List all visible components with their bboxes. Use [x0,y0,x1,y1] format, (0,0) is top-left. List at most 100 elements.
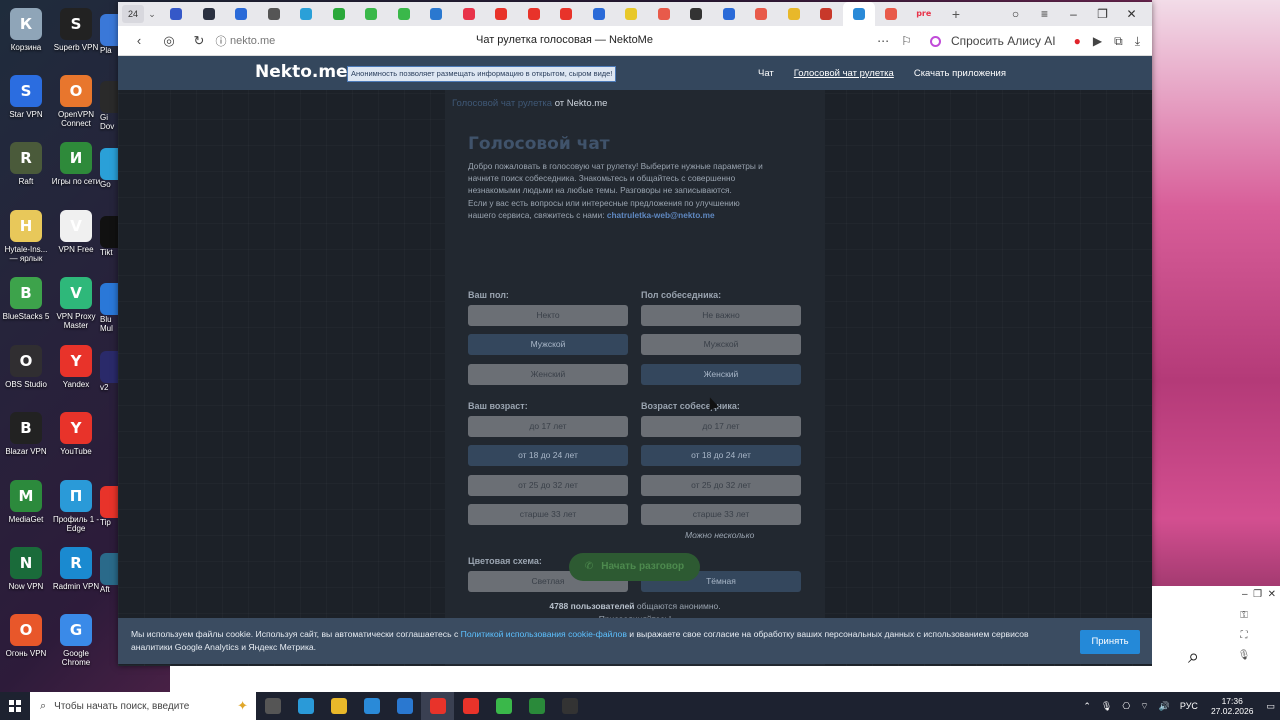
chevron-up-icon[interactable]: ⌃ [1083,701,1091,712]
browser-tab[interactable] [875,2,908,26]
desktop-icon-fire[interactable]: О Огонь VPN [0,614,52,658]
partner-age-option[interactable]: старше 33 лет [641,503,801,525]
search-icon[interactable]: ⌕ [1188,644,1199,668]
partner-gender-option[interactable]: Женский [641,363,801,385]
desktop-icon-ftp[interactable]: И Игры по сети [50,142,102,186]
browser-tab[interactable] [713,2,746,26]
new-tab-button[interactable]: + [946,6,966,22]
clock[interactable]: 17:36 27.02.2026 [1211,696,1254,716]
browser-tab[interactable] [193,2,226,26]
key-icon[interactable]: ⚿ [1234,606,1254,626]
desktop-icon-partial[interactable]: v2 [100,351,120,392]
mic-icon[interactable]: 🎙 [1101,701,1112,712]
taskbar-app[interactable] [289,692,322,720]
bookmark-icon[interactable]: ⚐ [901,34,912,48]
browser-tab[interactable] [453,2,486,26]
browser-tab[interactable] [160,2,193,26]
language-indicator[interactable]: РУС [1180,701,1198,711]
desktop-icon-bluestacks[interactable]: B BlueStacks 5 [0,277,52,321]
browser-tab[interactable] [583,2,616,26]
more-icon[interactable]: ⋯ [877,34,889,48]
partner-age-option[interactable]: до 17 лет [641,416,801,437]
side-window-controls[interactable]: – ❐ ✕ [1242,589,1276,600]
desktop-icon-partial[interactable]: Tip [100,486,120,527]
desktop-icon-superb-vpn[interactable]: S Superb VPN [50,8,102,52]
taskbar-app[interactable] [553,692,586,720]
your-gender-option[interactable]: Женский [468,363,628,385]
browser-tab[interactable] [258,2,291,26]
opera-icon[interactable]: ● [1074,34,1081,48]
your-age-option[interactable]: от 18 до 24 лет [468,445,628,467]
back-button[interactable]: ‹ [124,33,154,48]
media-icon[interactable]: ▶ [1093,34,1102,48]
notifications-icon[interactable]: ▭ [1266,701,1275,712]
desktop-icon-youtube[interactable]: Y YouTube [50,412,102,456]
browser-tab[interactable] [550,2,583,26]
taskbar-app[interactable] [421,692,454,720]
profile-icon[interactable]: ○ [1001,7,1030,21]
desktop-icon-key[interactable]: B Blazar VPN [0,412,52,456]
desktop-icon-partial[interactable]: Go [100,148,120,189]
desktop-icon-partial[interactable]: Pla [100,14,120,55]
desktop-icon-partial[interactable]: Gi Dov [100,81,120,131]
desktop-icon-edge[interactable]: П Профиль 1 - Edge [50,480,102,533]
desktop-icon-yandex[interactable]: Y Yandex [50,345,102,389]
browser-tab[interactable] [842,2,875,26]
accept-cookies-button[interactable]: Принять [1080,630,1140,654]
cookie-policy-link[interactable]: Политикой использования cookie-файлов [461,629,627,639]
desktop-icon-star-vpn[interactable]: S Star VPN [0,75,52,119]
browser-tab[interactable] [388,2,421,26]
taskbar-app[interactable] [256,692,289,720]
taskbar-app[interactable] [454,692,487,720]
your-age-option[interactable]: старше 33 лет [468,503,628,525]
volume-icon[interactable]: 🔊 [1159,701,1170,712]
browser-tab[interactable] [680,2,713,26]
protect-icon[interactable]: ◎ [154,33,184,49]
wifi-icon[interactable]: ⌔ [1140,701,1148,712]
desktop-icon-partial[interactable]: Tikt [100,216,120,257]
taskbar-app[interactable] [355,692,388,720]
nav-voice-chat[interactable]: Голосовой чат рулетка [794,68,894,79]
browser-tab[interactable] [615,2,648,26]
maximize-button[interactable]: ❐ [1088,7,1117,21]
desktop-icon-trash[interactable]: К Корзина [0,8,52,52]
partner-age-option[interactable]: от 25 до 32 лет [641,474,801,496]
desktop-icon-mediaget[interactable]: M MediaGet [0,480,52,524]
your-age-option[interactable]: до 17 лет [468,416,628,437]
minimize-button[interactable]: – [1059,7,1088,21]
close-button[interactable]: ✕ [1117,7,1146,21]
start-button[interactable] [0,692,30,720]
alisa-button[interactable]: Спросить Алису AI [924,34,1062,48]
reload-button[interactable]: ↻ [184,33,214,49]
browser-tab[interactable] [485,2,518,26]
desktop-icon-now-vpn[interactable]: N Now VPN [0,547,52,591]
mic-icon[interactable]: 🎙 [1234,646,1254,666]
browser-tab[interactable] [323,2,356,26]
desktop-icon-chrome[interactable]: G Google Chrome [50,614,102,667]
site-info-icon[interactable]: ⓘ [214,33,228,49]
browser-tab[interactable] [778,2,811,26]
your-gender-option[interactable]: Некто [468,305,628,326]
your-gender-option[interactable]: Мужской [468,334,628,356]
browser-tab[interactable]: pre [908,2,941,26]
browser-tab[interactable] [518,2,551,26]
taskbar-app[interactable] [322,692,355,720]
desktop-icon-radmin[interactable]: R Radmin VPN [50,547,102,591]
desktop-icon-file[interactable]: V VPN Free [50,210,102,254]
taskbar-app[interactable] [487,692,520,720]
browser-tab[interactable] [225,2,258,26]
breadcrumb-link[interactable]: Голосовой чат рулетка [452,98,552,109]
partner-gender-option[interactable]: Мужской [641,334,801,356]
tab-count-button[interactable]: 24 [122,5,144,23]
desktop-icon-file[interactable]: H Hytale-Ins... — ярлык [0,210,52,263]
start-conversation-button[interactable]: ✆ Начать разговор [569,553,700,581]
site-logo[interactable]: Nekto.me [255,62,348,82]
browser-tab[interactable] [745,2,778,26]
partner-gender-option[interactable]: Не важно [641,305,801,326]
url-field[interactable]: nekto.me [230,35,470,47]
desktop-icon-partial[interactable]: Blu Mul [100,283,120,333]
menu-icon[interactable]: ≡ [1030,7,1059,21]
contact-email[interactable]: chatruletka-web@nekto.me [607,210,715,220]
expand-icon[interactable]: ⛶ [1234,626,1254,646]
partner-age-option[interactable]: от 18 до 24 лет [641,445,801,467]
